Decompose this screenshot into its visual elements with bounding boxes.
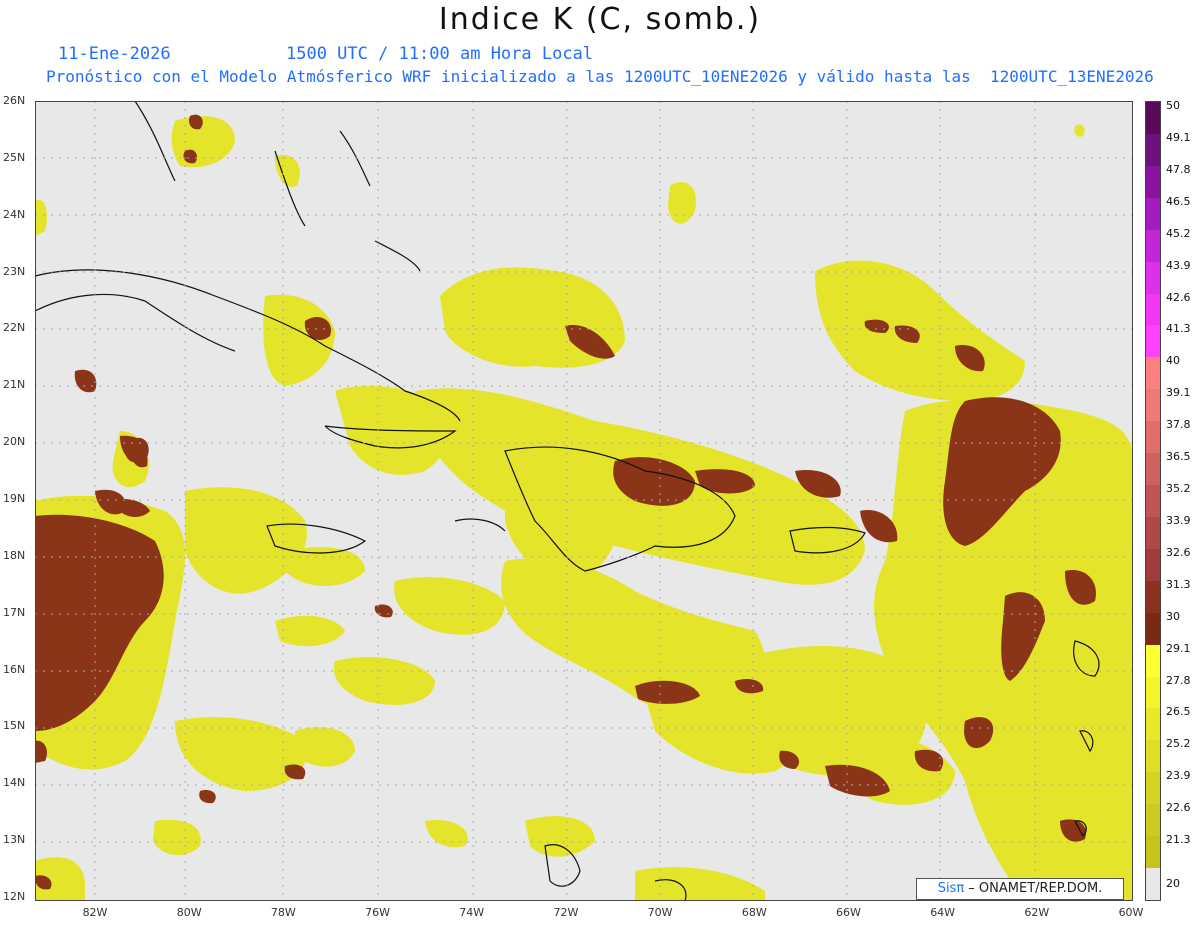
colorbar-swatch	[1146, 836, 1160, 869]
lon-label: 78W	[270, 906, 296, 919]
lat-label: 19N	[3, 492, 26, 505]
colorbar-level-label: 31.3	[1166, 577, 1191, 591]
lon-label: 60W	[1118, 906, 1144, 919]
colorbar-swatch	[1146, 612, 1160, 646]
colorbar-level-label: 36.5	[1166, 450, 1191, 464]
colorbar-level-label: 20	[1166, 877, 1180, 891]
colorbar-swatch	[1146, 644, 1160, 678]
lon-label: 74W	[459, 906, 485, 919]
colorbar-level-label: 46.5	[1166, 194, 1191, 208]
lon-label: 72W	[553, 906, 579, 919]
colorbar-level-label: 43.9	[1166, 258, 1191, 272]
k-index-map	[35, 101, 1133, 901]
colorbar-level-label: 25.2	[1166, 737, 1191, 751]
colorbar-swatch	[1146, 389, 1160, 422]
date-label: 11-Ene-2026	[58, 44, 171, 64]
colorbar-level-label: 21.3	[1166, 833, 1191, 847]
colorbar-level-label: 45.2	[1166, 226, 1191, 240]
lat-label: 13N	[3, 833, 26, 847]
colorbar-level-label: 29.1	[1166, 641, 1191, 655]
colorbar-level-label: 35.2	[1166, 482, 1191, 496]
lon-label: 82W	[82, 906, 108, 919]
colorbar-level-label: 41.3	[1166, 322, 1191, 336]
lat-label: 25N	[3, 150, 26, 164]
lon-label: 70W	[647, 906, 673, 919]
time-label: 1500 UTC / 11:00 am Hora Local	[286, 44, 594, 64]
colorbar-swatch	[1146, 708, 1160, 741]
colorbar	[1145, 101, 1161, 901]
colorbar-level-label: 47.8	[1166, 162, 1191, 176]
colorbar-swatch	[1146, 740, 1160, 773]
colorbar-swatch	[1146, 453, 1160, 486]
map-title: Indice K (C, somb.)	[438, 2, 762, 37]
colorbar-level-label: 22.6	[1166, 801, 1191, 815]
lat-label: 24N	[3, 207, 26, 221]
lat-label: 16N	[3, 662, 26, 676]
colorbar-swatch	[1146, 421, 1160, 454]
lon-label: 80W	[176, 906, 202, 919]
colorbar-swatch	[1146, 325, 1160, 358]
colorbar-level-label: 23.9	[1166, 769, 1191, 783]
colorbar-swatch	[1146, 516, 1160, 550]
lon-label: 64W	[930, 906, 956, 919]
colorbar-swatch	[1146, 261, 1160, 294]
lon-label: 68W	[741, 906, 767, 919]
colorbar-level-label: 26.5	[1166, 705, 1191, 719]
lon-label: 66W	[836, 906, 861, 919]
forecast-description: Pronóstico con el Modelo Atmósferico WRF…	[46, 67, 1154, 86]
lat-label: 15N	[3, 719, 26, 733]
colorbar-swatch	[1146, 293, 1160, 326]
colorbar-level-label: 32.6	[1166, 545, 1191, 559]
lat-label: 21N	[3, 378, 26, 392]
lat-label: 17N	[3, 605, 26, 619]
lat-label: 23N	[3, 264, 26, 278]
colorbar-swatch	[1146, 165, 1160, 199]
colorbar-level-label: 30	[1166, 609, 1180, 623]
colorbar-swatch	[1146, 102, 1160, 135]
colorbar-swatch	[1146, 580, 1160, 614]
lat-label: 20N	[3, 435, 26, 449]
lat-label: 26N	[3, 94, 26, 107]
colorbar-level-label: 50	[1166, 99, 1180, 112]
colorbar-level-label: 37.8	[1166, 418, 1191, 432]
colorbar-swatch	[1146, 229, 1160, 263]
colorbar-swatch	[1146, 772, 1160, 805]
credit-org: – ONAMET/REP.DOM.	[964, 881, 1103, 896]
credit-box: Sisπ – ONAMET/REP.DOM.	[916, 878, 1124, 900]
colorbar-swatch	[1146, 197, 1160, 231]
colorbar-swatch	[1146, 804, 1160, 837]
colorbar-swatch	[1146, 868, 1160, 901]
colorbar-swatch	[1146, 676, 1160, 709]
colorbar-swatch	[1146, 133, 1160, 167]
colorbar-swatch	[1146, 548, 1160, 582]
colorbar-level-label: 40	[1166, 354, 1180, 368]
credit-brand: Sisπ	[937, 881, 965, 896]
colorbar-level-label: 33.9	[1166, 513, 1191, 527]
colorbar-level-label: 27.8	[1166, 673, 1191, 687]
lat-label: 12N	[3, 890, 26, 903]
colorbar-level-label: 49.1	[1166, 130, 1191, 144]
lat-label: 22N	[3, 321, 26, 335]
lat-label: 18N	[3, 548, 26, 562]
colorbar-level-label: 39.1	[1166, 386, 1191, 400]
lon-label: 76W	[365, 906, 390, 919]
colorbar-swatch	[1146, 357, 1160, 390]
colorbar-level-label: 42.6	[1166, 290, 1191, 304]
lat-label: 14N	[3, 776, 26, 790]
colorbar-swatch	[1146, 485, 1160, 518]
lon-label: 62W	[1024, 906, 1050, 919]
